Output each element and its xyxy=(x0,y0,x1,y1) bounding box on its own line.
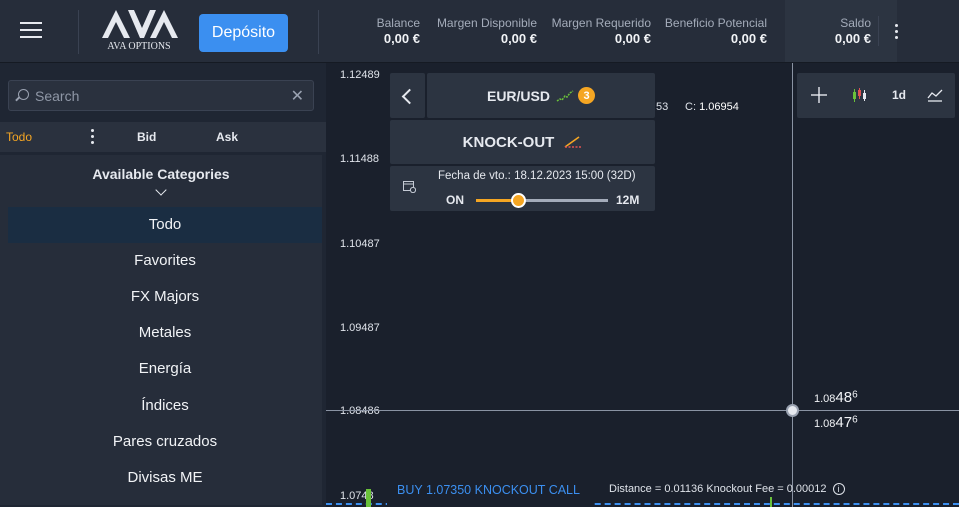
expiry-slider-track[interactable] xyxy=(476,199,608,202)
close-icon[interactable]: ✕ xyxy=(291,86,304,106)
price-big: 48 xyxy=(835,389,853,406)
pair-label: EUR/USD xyxy=(486,87,550,104)
column-bid[interactable]: Bid xyxy=(137,130,156,144)
logo: AVA OPTIONS xyxy=(100,8,180,54)
expiry-date: Fecha de vto.: 18.12.2023 15:00 (32D) xyxy=(438,170,636,182)
search-placeholder: Search xyxy=(35,88,80,104)
slider-max-label: 12M xyxy=(616,193,640,207)
stat-saldo: Saldo 0,00 € xyxy=(835,16,871,47)
divider xyxy=(318,10,319,54)
y-axis-label: 1.10487 xyxy=(340,238,380,250)
ohlc-low: 53 xyxy=(656,101,669,113)
category-todo[interactable]: Todo xyxy=(8,207,322,243)
bid-price: 1.08476 xyxy=(814,414,858,431)
stat-value: 0,00 € xyxy=(614,31,651,46)
stat-value: 0,00 € xyxy=(500,31,537,46)
divider xyxy=(78,10,79,54)
search-input[interactable]: Search ✕ xyxy=(8,80,314,111)
category-energia[interactable]: Energía xyxy=(8,351,322,387)
list-header: Todo Bid Ask xyxy=(0,122,326,152)
category-indices[interactable]: Índices xyxy=(8,388,322,424)
back-button[interactable] xyxy=(390,73,425,118)
distance-info: Distance = 0.01136 Knockout Fee = 0.0001… xyxy=(609,483,845,495)
slider-min-label: ON xyxy=(446,193,464,207)
app-root: AVA OPTIONS Depósito Balance 0,00 € Marg… xyxy=(0,0,959,507)
knockout-icon xyxy=(564,136,582,148)
interval-button[interactable]: 1d xyxy=(889,85,909,105)
crosshair-icon[interactable] xyxy=(809,85,829,105)
chart-toolbar: 1d xyxy=(797,73,955,118)
notification-badge: 3 xyxy=(578,87,595,104)
search-icon xyxy=(18,89,29,100)
stat-label: Beneficio Potencial xyxy=(664,16,767,30)
stat-value: 0,00 € xyxy=(383,31,420,46)
expiry-panel: Fecha de vto.: 18.12.2023 15:00 (32D) ON… xyxy=(390,166,655,211)
info-icon[interactable]: i xyxy=(832,483,845,495)
stat-balance: Balance 0,00 € xyxy=(377,16,420,47)
instrument-list-panel: Search ✕ Todo Bid Ask Available Categori… xyxy=(0,63,326,507)
close-value: 1.06954 xyxy=(699,101,739,113)
price-sup: 6 xyxy=(852,414,858,426)
indicators-icon[interactable] xyxy=(925,85,945,105)
price-sup: 6 xyxy=(852,389,858,401)
calendar-icon[interactable] xyxy=(403,180,416,193)
category-metales[interactable]: Metales xyxy=(8,315,322,351)
category-divisas-me[interactable]: Divisas ME xyxy=(8,460,322,496)
price-big: 47 xyxy=(835,414,853,431)
column-options-icon[interactable] xyxy=(89,129,95,147)
close-label: C: xyxy=(685,101,696,113)
crosshair-handle[interactable] xyxy=(786,404,799,417)
y-axis-label: 1.11488 xyxy=(340,153,379,165)
stat-label: Balance xyxy=(376,16,420,30)
candle xyxy=(770,497,772,507)
distance-text: Distance = 0.01136 Knockout Fee = 0.0001… xyxy=(609,483,827,495)
category-favorites[interactable]: Favorites xyxy=(8,243,322,279)
y-axis-label: 1.08486 xyxy=(340,405,380,417)
ohlc-close: C: 1.06954 xyxy=(685,101,739,113)
y-axis-label: 1.09487 xyxy=(340,322,380,334)
deposit-button[interactable]: Depósito xyxy=(199,14,288,52)
crosshair-horizontal xyxy=(326,410,959,411)
candlestick-icon[interactable] xyxy=(849,85,869,105)
categories-title: Available Categories xyxy=(92,166,230,182)
top-bar: AVA OPTIONS Depósito Balance 0,00 € Marg… xyxy=(0,0,959,63)
more-options-icon[interactable] xyxy=(891,24,901,40)
buy-order-label[interactable]: BUY 1.07350 KNOCKOUT CALL xyxy=(387,471,594,507)
sparkline-icon xyxy=(556,89,574,102)
candle xyxy=(366,489,371,507)
stat-label: Margen Disponible xyxy=(436,16,537,30)
crosshair-vertical xyxy=(792,63,793,507)
stat-margin-required: Margen Requerido 0,00 € xyxy=(552,16,651,47)
product-label: KNOCK-OUT xyxy=(462,133,555,151)
stat-value: 0,00 € xyxy=(834,31,871,46)
price-base: 1.08 xyxy=(814,393,836,405)
stat-value: 0,00 € xyxy=(730,31,767,46)
stat-label: Saldo xyxy=(840,16,871,30)
category-fx-majors[interactable]: FX Majors xyxy=(8,279,322,315)
product-selector[interactable]: KNOCK-OUT xyxy=(390,120,655,164)
price-base: 1.08 xyxy=(814,418,836,430)
chevron-down-icon[interactable] xyxy=(155,184,167,196)
categories-panel: Available Categories Todo Favorites FX M… xyxy=(0,155,322,505)
y-axis-label: 1.12489 xyxy=(340,69,380,81)
stat-potential-profit: Beneficio Potencial 0,00 € xyxy=(665,16,767,47)
ask-price: 1.08486 xyxy=(814,389,858,406)
menu-icon[interactable] xyxy=(20,22,42,40)
instrument-selector[interactable]: EUR/USD 3 xyxy=(427,73,655,118)
ava-logo-icon xyxy=(102,10,178,38)
stat-margin-available: Margen Disponible 0,00 € xyxy=(437,16,537,47)
logo-text: AVA OPTIONS xyxy=(107,41,171,52)
category-pares-cruzados[interactable]: Pares cruzados xyxy=(8,424,322,460)
filter-todo[interactable]: Todo xyxy=(6,130,32,144)
expiry-slider-handle[interactable] xyxy=(511,193,527,208)
column-ask[interactable]: Ask xyxy=(216,130,238,144)
stat-label: Margen Requerido xyxy=(551,16,651,30)
divider xyxy=(878,16,879,46)
